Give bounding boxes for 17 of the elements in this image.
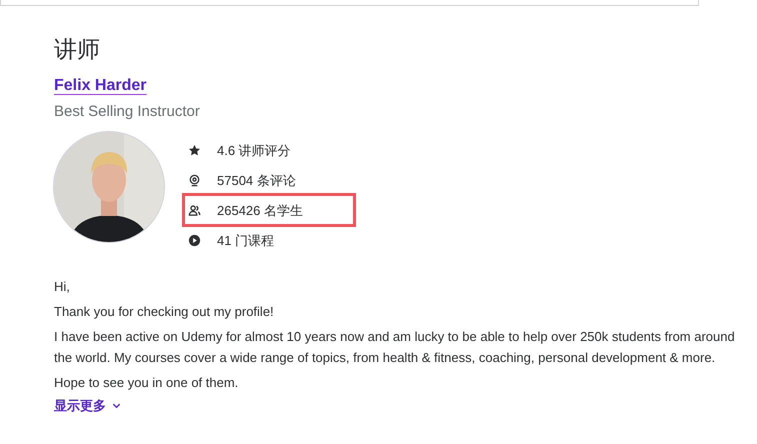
bio-paragraph: Hi,	[54, 278, 71, 296]
award-icon	[188, 174, 201, 188]
show-more-button[interactable]: 显示更多	[54, 398, 121, 413]
instructor-name-link[interactable]: Felix Harder	[54, 76, 146, 96]
instructor-headline: Best Selling Instructor	[54, 102, 201, 122]
stat-text: 4.6 讲师评分	[217, 142, 291, 160]
bio-paragraph: I have been active on Udemy for almost 10 years now and am lucky to be able to help over 250k students from around the world. My courses cover a wide range of topics, from health & fitness, coaching, personal development & more.	[54, 328, 736, 367]
bio-paragraph: Thank you for checking out my profile!	[54, 302, 275, 321]
stat-text: 41 门课程	[217, 232, 274, 250]
users-icon	[188, 204, 201, 218]
section-title: 讲师	[54, 36, 101, 64]
stat-text: 265426 名学生	[217, 202, 303, 220]
bio-paragraph: Hope to see you in one of them.	[54, 374, 240, 392]
chevron-icon	[112, 401, 121, 410]
star-icon	[188, 144, 201, 158]
play-icon	[188, 234, 201, 248]
stat-text: 57504 条评论	[217, 172, 296, 190]
